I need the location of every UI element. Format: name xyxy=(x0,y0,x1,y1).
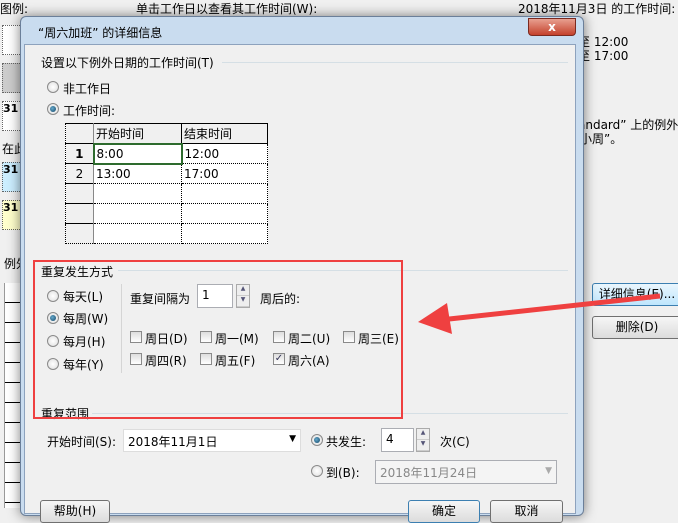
annotation-arrow-icon xyxy=(418,293,661,334)
